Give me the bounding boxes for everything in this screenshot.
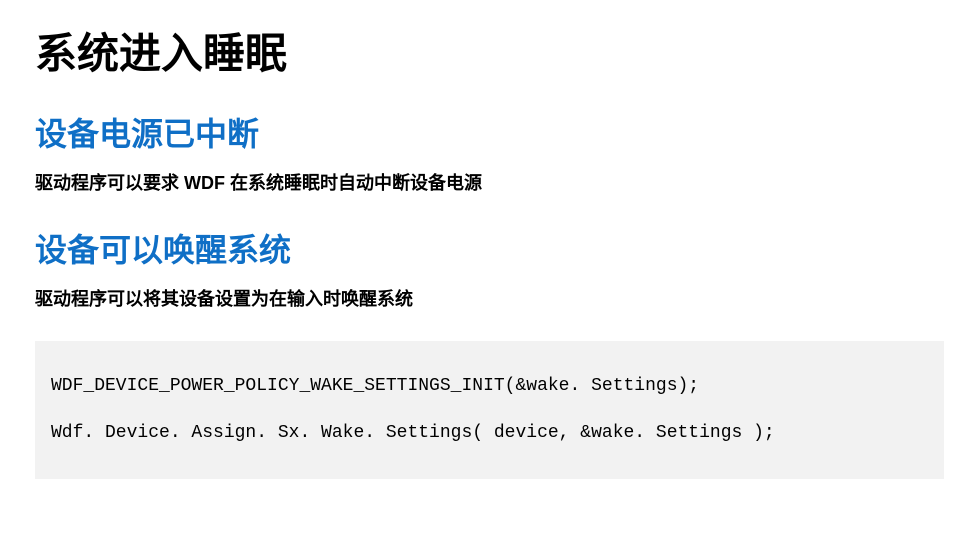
main-title: 系统进入睡眠 [35, 20, 944, 81]
section-desc-2: 驱动程序可以将其设备设置为在输入时唤醒系统 [35, 285, 944, 311]
code-block: WDF_DEVICE_POWER_POLICY_WAKE_SETTINGS_IN… [35, 341, 944, 479]
section-heading-1: 设备电源已中断 [35, 109, 944, 155]
section-heading-2: 设备可以唤醒系统 [35, 225, 944, 271]
section-desc-1: 驱动程序可以要求 WDF 在系统睡眠时自动中断设备电源 [35, 169, 944, 195]
code-line-1: WDF_DEVICE_POWER_POLICY_WAKE_SETTINGS_IN… [51, 363, 928, 410]
code-line-2: Wdf. Device. Assign. Sx. Wake. Settings(… [51, 410, 928, 457]
